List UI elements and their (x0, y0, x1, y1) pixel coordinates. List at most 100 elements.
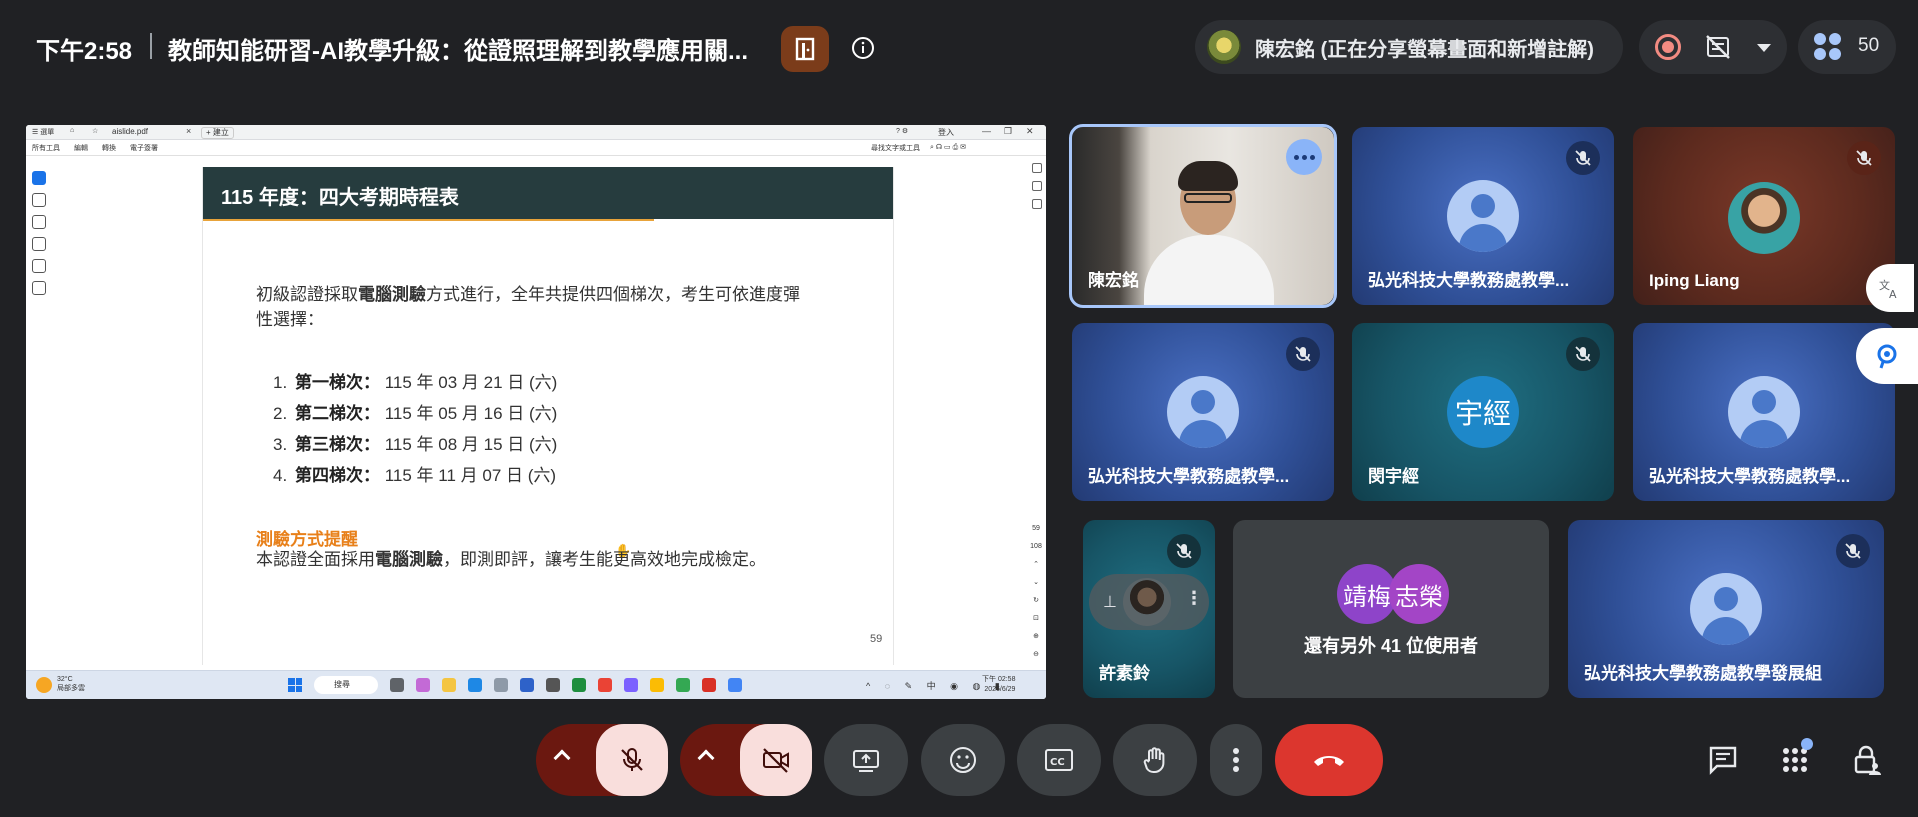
active-speaker-outline (1069, 124, 1337, 308)
weather-condition: 局部多雲 (57, 685, 85, 692)
participant-tile[interactable]: 弘光科技大學教務處教學發展組 (1568, 520, 1884, 698)
lens-icon (1877, 344, 1897, 369)
session-label: 第三梯次： (295, 435, 380, 454)
minimize-icon: — (982, 126, 991, 136)
intro-text-1: 初級認證採取 (256, 285, 358, 304)
find-tools: 尋找文字或工具 (871, 145, 920, 152)
pin-icon[interactable]: ⊥ (1103, 592, 1117, 612)
chevron-up-icon[interactable] (697, 749, 715, 767)
file-explorer-icon (442, 678, 456, 692)
mic-control[interactable] (536, 724, 668, 796)
reactions-button[interactable] (921, 724, 1005, 796)
chevron-down-icon (1757, 44, 1771, 52)
participant-tile[interactable]: Iping Liang (1633, 127, 1895, 305)
top-bar: 下午2:58 教師知能研習-AI教學升級：從證照理解到教學應用關... 陳宏銘 … (0, 0, 1918, 94)
raise-hand-button[interactable] (1113, 724, 1197, 796)
present-button[interactable] (824, 724, 908, 796)
host-controls-lock-button[interactable] (1847, 740, 1887, 780)
mic-off-icon (1286, 337, 1320, 371)
present-screen-icon (853, 750, 879, 772)
ime-indicator: 中 (926, 681, 942, 691)
session-date: 115 年 08 月 15 日 (六) (384, 435, 558, 454)
chevron-up-icon: ⌃ (1033, 561, 1039, 568)
captions-button[interactable]: CC (1017, 724, 1101, 796)
participant-name: 弘光科技大學教務處教學發展組 (1584, 664, 1822, 683)
session-item: 3. 第三梯次： 115 年 08 月 15 日 (六) (273, 429, 557, 460)
menu-edit: 編輯 (74, 145, 88, 152)
taskbar-time: 下午 02:58 (982, 676, 1016, 683)
translate-button[interactable]: 文A (1866, 264, 1914, 312)
door-icon (795, 37, 815, 61)
menu-sign: 電子簽署 (130, 145, 158, 152)
participant-tile[interactable]: 宇經 閔宇經 (1352, 323, 1614, 501)
meeting-info-button[interactable] (848, 33, 878, 63)
mic-off-icon (1566, 141, 1600, 175)
captions-icon: CC (1045, 749, 1073, 771)
slide-page-number: 59 (870, 633, 883, 645)
leave-call-button[interactable] (1275, 724, 1383, 796)
app-icon (546, 678, 560, 692)
session-number: 1. (273, 373, 288, 392)
media-icon (494, 678, 508, 692)
stamp-tool-icon (32, 281, 46, 295)
svg-text:A: A (1889, 288, 1897, 300)
session-label: 第四梯次： (295, 466, 380, 485)
notepad-icon (728, 678, 742, 692)
recording-chip[interactable] (1639, 20, 1787, 74)
zoom-tool-icon (32, 193, 46, 207)
participant-count: 50 (1858, 35, 1880, 56)
presenter-avatar (1207, 30, 1241, 64)
star-icon: ☆ (92, 128, 99, 135)
slide-title: 115 年度：四大考期時程表 (221, 187, 459, 209)
more-vert-icon (1233, 748, 1239, 772)
chevron-down-icon: ⌄ (1033, 579, 1039, 586)
zoom-out-icon: ⊖ (1033, 651, 1039, 658)
acrobat-icon (702, 678, 716, 692)
store-icon (520, 678, 534, 692)
activities-button[interactable] (1775, 738, 1815, 780)
browser-tab-bar: ☰ 選單 ⌂ ☆ aislide.pdf × + 建立 ? ⚙ 登入 — ❐ ✕ (26, 125, 1046, 140)
lock-person-icon (1854, 745, 1881, 775)
profile-photo (1123, 578, 1171, 626)
menu-convert: 轉換 (102, 145, 116, 152)
more-vert-icon[interactable]: ⋮ (1185, 588, 1203, 609)
menu-all-tools: 所有工具 (32, 145, 60, 152)
participant-tile[interactable]: 弘光科技大學教務處教學... (1072, 323, 1334, 501)
temperature: 32°C (57, 676, 73, 683)
presenter-chip[interactable]: 陳宏銘 (正在分享螢幕畫面和新增註解) (1195, 20, 1623, 74)
slide-header: 115 年度：四大考期時程表 (203, 167, 893, 219)
session-label: 第一梯次： (295, 373, 380, 392)
session-label: 第二梯次： (295, 404, 380, 423)
pip-controls[interactable]: ⊥ ⋮ (1089, 574, 1209, 630)
shared-screen: ☰ 選單 ⌂ ☆ aislide.pdf × + 建立 ? ⚙ 登入 — ❐ ✕… (26, 125, 1046, 699)
pen-tool-icon (32, 215, 46, 229)
host-controls-button[interactable] (781, 26, 829, 72)
camera-toggle-button[interactable] (740, 724, 812, 796)
meeting-title[interactable]: 教師知能研習-AI教學升級：從證照理解到教學應用關... (168, 31, 748, 66)
text-tool-icon (32, 259, 46, 273)
home-icon: ⌂ (70, 127, 75, 134)
more-options-button[interactable] (1210, 724, 1262, 796)
participant-tile[interactable]: 弘光科技大學教務處教學... (1352, 127, 1614, 305)
session-number: 3. (273, 435, 288, 454)
participant-tile[interactable]: ⊥ ⋮ 許素鈴 (1083, 520, 1215, 698)
notification-dot (1801, 738, 1813, 750)
camera-control[interactable] (680, 724, 812, 796)
participants-button[interactable]: 50 (1798, 20, 1896, 74)
others-tile[interactable]: 靖梅 志榮 還有另外 41 位使用者 (1233, 520, 1549, 698)
search-icon: ⌕ ☊ ▭ ⎙ ✉ (930, 144, 966, 151)
windows-start-icon (288, 678, 302, 692)
chevron-up-icon[interactable] (553, 749, 571, 767)
taskbar-search: 搜尋 (314, 676, 378, 694)
window-close-icon: ✕ (1026, 126, 1034, 136)
chat-button[interactable] (1703, 740, 1743, 780)
avatar: 宇經 (1447, 376, 1519, 448)
intro-bold: 電腦測驗 (358, 285, 426, 304)
companion-button[interactable] (1856, 328, 1918, 384)
chrome-icon (676, 678, 690, 692)
login-link: 登入 (938, 128, 954, 137)
pdf-tab-title: aislide.pdf (112, 127, 149, 136)
pdf-pager: 59 108 ⌃ ⌄ ↻ ⊡ ⊕ ⊖ (1028, 520, 1044, 664)
mic-toggle-button[interactable] (596, 724, 668, 796)
lasso-tool-icon (32, 237, 46, 251)
